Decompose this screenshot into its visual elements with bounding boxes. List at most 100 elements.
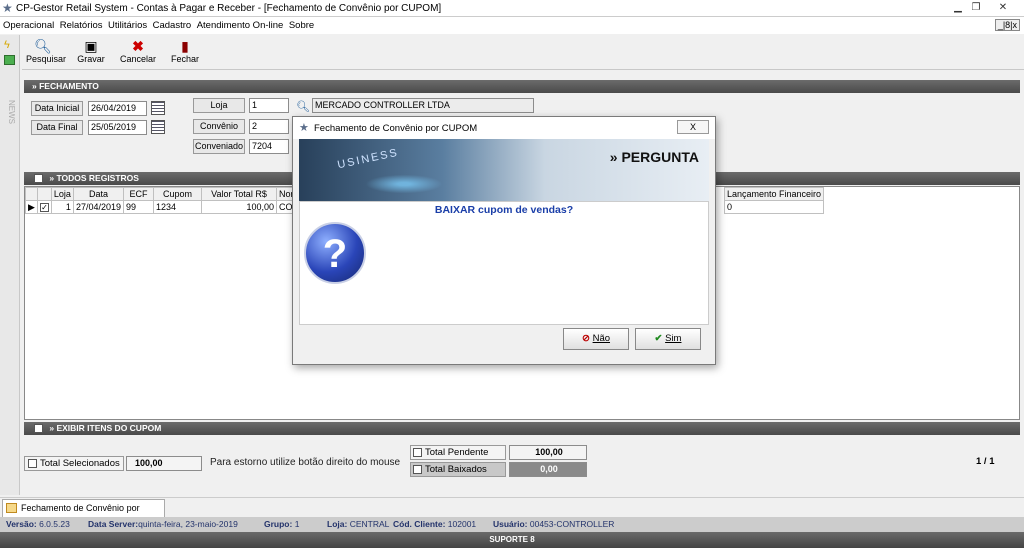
baixados-checkbox[interactable] [413,464,422,474]
col-header[interactable]: Lançamento Financeiro [723,187,825,201]
itens-checkbox[interactable] [34,424,43,434]
menu-bar: Operacional Relatórios Utilitários Cadas… [0,17,1024,34]
table-row[interactable]: ▶ ✓ 1 27/04/2019 99 1234 100,00 CON [25,200,307,214]
banner-word: USINESS [336,146,400,172]
window-icon [6,503,17,513]
cell-loja: 1 [50,200,74,214]
total-pendente-label[interactable]: Total Pendente [410,445,506,460]
dialog-question: BAIXAR cupom de vendas? [434,204,574,216]
save-button[interactable]: ▣ Gravar [76,36,106,69]
status-loja: Loja: CENTRAL [327,519,390,529]
records-table: Loja Data ECF Cupom Valor Total R$ Nome … [25,187,307,214]
status-versao: Versão: 6.0.5.23 [6,519,70,529]
menu-utilitarios[interactable]: Utilitários [108,20,147,31]
data-final-field[interactable]: 25/05/2019 [88,120,147,135]
restore-button[interactable]: ❐ [963,0,989,16]
status-server: Data Server:quinta-feira, 23-maio-2019 [88,519,238,529]
itens-header: » EXIBIR ITENS DO CUPOM [24,422,1020,435]
total-pendente-value: 100,00 [509,445,587,460]
menu-atendimento[interactable]: Atendimento On-line [197,20,284,31]
search-icon: 🔍︎ [34,38,52,54]
task-tab[interactable]: Fechamento de Convênio por CUPOM [2,499,165,529]
menu-sobre[interactable]: Sobre [289,20,314,31]
pendente-checkbox[interactable] [413,447,422,457]
question-banner: USINESS » PERGUNTA [299,139,709,201]
cell-data: 27/04/2019 [72,200,124,214]
dialog-body: ? BAIXAR cupom de vendas? [299,201,709,325]
app-star-icon: ★ [2,1,13,15]
close-button[interactable]: ▮ Fechar [170,36,200,69]
circuit-graphic [359,173,449,195]
status-cliente: Cód. Cliente: 102001 [393,519,477,529]
app-star-icon: ★ [299,122,309,134]
col-header[interactable]: ECF [122,187,154,201]
select-all-checkbox[interactable] [34,174,43,184]
col-header[interactable]: Data [72,187,124,201]
bolt-icon[interactable]: ϟ [4,39,10,51]
col-header[interactable]: Cupom [152,187,202,201]
check-icon: ✔ [654,333,663,344]
calendar-icon[interactable] [151,120,165,134]
cell-ecf: 99 [122,200,154,214]
task-tabs: Fechamento de Convênio por CUPOM [0,497,1024,529]
convenio-field[interactable]: 2 [249,119,289,134]
door-icon: ▮ [181,38,189,54]
mdi-controls[interactable]: _|8|x [994,19,1020,31]
cancel-button[interactable]: ✖ Cancelar [120,36,156,69]
row-checkbox[interactable]: ✓ [39,203,49,212]
title-bar: ★ CP-Gestor Retail System - Contas à Pag… [0,0,1024,17]
menu-relatorios[interactable]: Relatórios [60,20,103,31]
search-button[interactable]: 🔍︎ Pesquisar [26,36,66,69]
page-indicator: 1 / 1 [976,456,995,467]
conveniado-field[interactable]: 7204 [249,139,289,154]
dialog-title-bar: ★ Fechamento de Convênio por CUPOM X [293,117,715,139]
cell-cupom: 1234 [152,200,202,214]
dialog-title: Fechamento de Convênio por CUPOM [314,123,478,134]
toolbar: 🔍︎ Pesquisar ▣ Gravar ✖ Cancelar ▮ Fecha… [22,36,1024,70]
dialog-close-button[interactable]: X [677,120,709,134]
loja-name-field: MERCADO CONTROLLER LTDA [312,98,534,113]
col-header[interactable]: Valor Total R$ [200,187,277,201]
total-baixados-label[interactable]: Total Baixados [410,462,506,477]
yes-button[interactable]: ✔ Sim [635,328,701,350]
no-button[interactable]: ⊘ Não [563,328,629,350]
hint-text: Para estorno utilize botão direito do mo… [210,457,401,468]
no-entry-icon: ⊘ [581,333,590,344]
row-indicator: ▶ [25,200,38,214]
floppy-icon: ▣ [84,38,98,54]
menu-cadastro[interactable]: Cadastro [153,20,192,31]
loja-label[interactable]: Loja [193,98,245,113]
question-icon: ? [304,222,366,284]
conveniado-label[interactable]: Conveniado [193,139,245,154]
window-title: CP-Gestor Retail System - Contas à Pagar… [16,3,442,14]
menu-operacional[interactable]: Operacional [3,20,54,31]
search-icon[interactable]: 🔍︎ [296,100,310,113]
loja-field[interactable]: 1 [249,98,289,113]
close-window-button[interactable]: ✕ [990,0,1016,16]
cancel-x-icon: ✖ [132,38,144,54]
convenio-label[interactable]: Convênio [193,119,245,134]
cell-lancamento: 0 [723,200,825,214]
data-inicial-label[interactable]: Data Inicial [31,101,83,116]
side-label: NEWS [7,100,16,124]
total-selecionados-label[interactable]: Total Selecionados [24,456,124,471]
confirm-dialog: ★ Fechamento de Convênio por CUPOM X USI… [292,116,716,365]
banner-title: » PERGUNTA [609,149,699,165]
status-usuario: Usuário: 00453-CONTROLLER [493,519,615,529]
status-grupo: Grupo: 1 [264,519,300,529]
table-row[interactable]: 0 [723,200,825,214]
calendar-icon[interactable] [151,101,165,115]
records-table-right: Lançamento Financeiro 0 [723,187,825,214]
status-bar: Versão: 6.0.5.23 Data Server:quinta-feir… [0,517,1024,532]
table-header-row: Loja Data ECF Cupom Valor Total R$ Nome [25,187,307,201]
data-final-label[interactable]: Data Final [31,120,83,135]
total-selecionados-checkbox[interactable] [28,458,37,468]
fechamento-header: » FECHAMENTO [24,80,1020,93]
cell-valor: 100,00 [200,200,277,214]
play-icon[interactable] [4,55,15,65]
col-header[interactable]: Loja [50,187,74,201]
total-selecionados-value: 100,00 [126,456,202,471]
data-inicial-field[interactable]: 26/04/2019 [88,101,147,116]
support-bar[interactable]: SUPORTE 8 [0,532,1024,548]
total-baixados-value: 0,00 [509,462,587,477]
